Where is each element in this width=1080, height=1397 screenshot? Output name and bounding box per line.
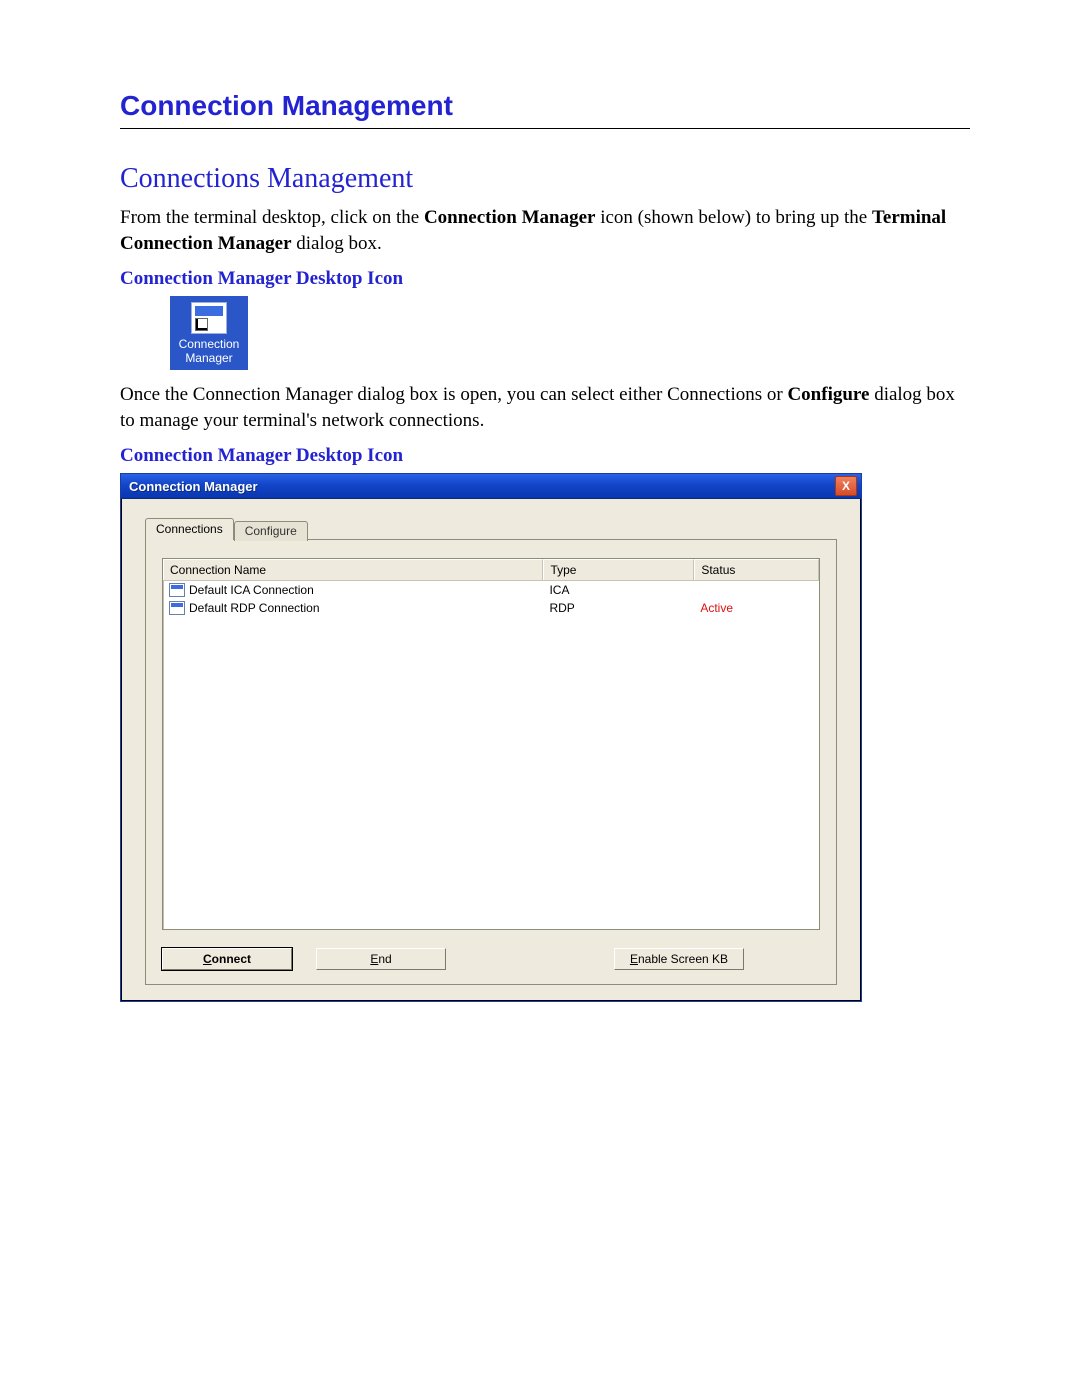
button-row: Connect End Enable Screen KB [162, 948, 820, 970]
label-rest: nd [378, 952, 391, 966]
end-button[interactable]: End [316, 948, 446, 970]
dialog-titlebar[interactable]: Connection Manager X [121, 474, 861, 499]
enable-screen-kb-button[interactable]: Enable Screen KB [614, 948, 744, 970]
figure-caption-1: Connection Manager Desktop Icon [120, 268, 970, 290]
column-header-status[interactable]: Status [694, 559, 819, 580]
connection-manager-desktop-icon: Connection Manager [170, 296, 248, 370]
connection-manager-dialog: Connection Manager X Connections Configu… [120, 473, 862, 1002]
connection-icon [169, 583, 185, 597]
connection-icon [169, 601, 185, 615]
connection-name: Default RDP Connection [189, 601, 320, 615]
connection-status [694, 589, 819, 591]
list-item[interactable]: Default RDP Connection RDP Active [163, 599, 819, 617]
tab-strip: Connections Configure [145, 517, 837, 539]
paragraph-2: Once the Connection Manager dialog box i… [120, 382, 970, 433]
connection-status: Active [694, 600, 819, 616]
chapter-title: Connection Management [120, 90, 970, 122]
label-rest: onnect [212, 952, 251, 966]
connect-button[interactable]: Connect [162, 948, 292, 970]
section-title: Connections Management [120, 163, 970, 195]
text: From the terminal desktop, click on the [120, 207, 424, 228]
connection-manager-icon [191, 302, 227, 334]
column-header-type[interactable]: Type [543, 559, 694, 580]
connection-name: Default ICA Connection [189, 583, 314, 597]
tab-panel-connections: Connection Name Type Status Default ICA … [145, 539, 837, 985]
column-header-name[interactable]: Connection Name [163, 559, 543, 580]
text: Once the Connection Manager dialog box i… [120, 384, 787, 405]
dialog-client-area: Connections Configure Connection Name Ty… [121, 499, 861, 1001]
dialog-title: Connection Manager [129, 479, 258, 494]
list-item[interactable]: Default ICA Connection ICA [163, 581, 819, 599]
bold-text: Connection Manager [424, 207, 596, 228]
mnemonic: C [203, 952, 212, 966]
desktop-icon-label-line1: Connection [174, 338, 244, 352]
connection-type: RDP [543, 600, 694, 616]
paragraph-1: From the terminal desktop, click on the … [120, 205, 970, 256]
close-button[interactable]: X [835, 476, 857, 496]
desktop-icon-label-line2: Manager [174, 352, 244, 366]
connection-type: ICA [543, 582, 694, 598]
figure-caption-2: Connection Manager Desktop Icon [120, 445, 970, 467]
label-rest: nable Screen KB [638, 952, 728, 966]
horizontal-rule [120, 128, 970, 129]
close-icon: X [842, 480, 850, 492]
listview-header: Connection Name Type Status [163, 559, 819, 581]
mnemonic: E [630, 952, 638, 966]
text: dialog box. [292, 233, 382, 254]
tab-connections[interactable]: Connections [145, 518, 234, 540]
bold-text: Configure [787, 384, 869, 405]
text: icon (shown below) to bring up the [595, 207, 872, 228]
connections-listview[interactable]: Connection Name Type Status Default ICA … [162, 558, 820, 930]
tab-configure[interactable]: Configure [234, 521, 308, 541]
